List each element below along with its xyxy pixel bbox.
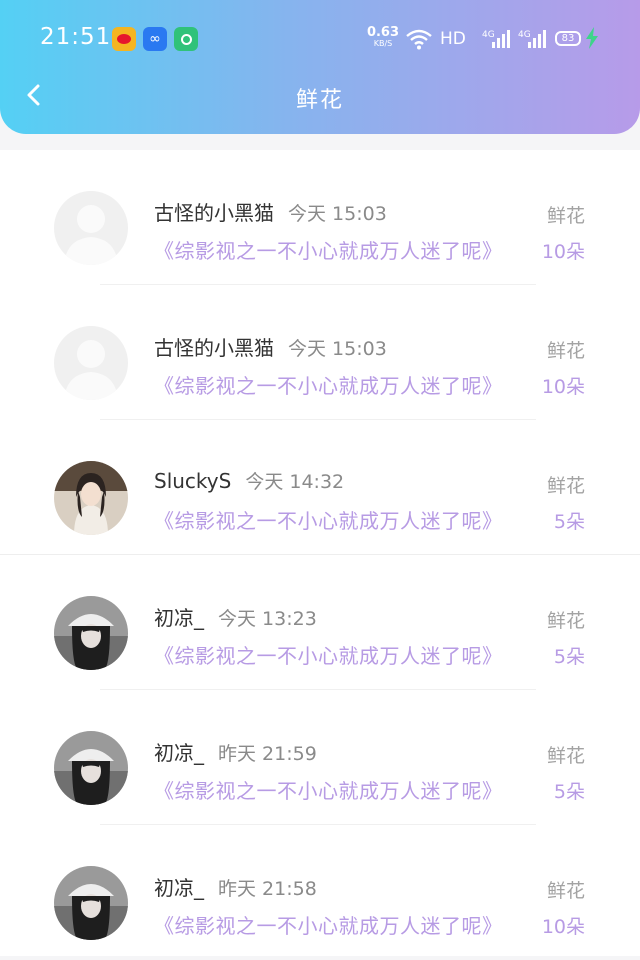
send-time: 昨天 21:59 [218, 743, 317, 765]
signal-icon-2: 4G [518, 30, 546, 48]
sender-name-text: 初凉_ [154, 876, 204, 900]
gift-count: 5朵 [553, 781, 585, 803]
book-title-link[interactable]: 《综影视之一不小心就成万人迷了呢》 [154, 640, 503, 669]
default-avatar-icon [64, 340, 118, 400]
battery-icon: 83 [555, 31, 581, 46]
default-avatar-icon [64, 205, 118, 265]
gift-count: 10朵 [541, 916, 585, 938]
list-item[interactable]: 古怪的小黑猫 今天 15:03 《综影视之一不小心就成万人迷了呢》 鲜花 10朵 [0, 285, 640, 420]
avatar[interactable] [54, 866, 128, 940]
weibo-app-icon [112, 27, 136, 51]
sender-name-text: 初凉_ [154, 606, 204, 630]
status-bar: 21:51 ∞ 0.63 KB/S HD 4G 4G 83 [0, 0, 640, 78]
gift-type: 鲜花 [546, 745, 585, 767]
sender-name: SluckyS 今天 14:32 [154, 467, 344, 494]
book-title-link[interactable]: 《综影视之一不小心就成万人迷了呢》 [154, 235, 503, 264]
chat-app-icon [174, 27, 198, 51]
signal-label-2: 4G [518, 30, 531, 40]
avatar[interactable] [54, 596, 128, 670]
book-title-link[interactable]: 《综影视之一不小心就成万人迷了呢》 [154, 370, 503, 399]
gift-type: 鲜花 [546, 340, 585, 362]
list-item[interactable]: 古怪的小黑猫 今天 15:03 《综影视之一不小心就成万人迷了呢》 鲜花 10朵 [0, 150, 640, 285]
list-item[interactable]: 初凉_ 今天 13:23 《综影视之一不小心就成万人迷了呢》 鲜花 5朵 [0, 555, 640, 690]
charging-bolt-icon [586, 27, 598, 49]
avatar[interactable] [54, 326, 128, 400]
book-title-link[interactable]: 《综影视之一不小心就成万人迷了呢》 [154, 910, 503, 939]
sender-name: 古怪的小黑猫 今天 15:03 [154, 332, 387, 361]
gift-count: 5朵 [553, 511, 585, 533]
page-title: 鲜花 [295, 88, 344, 113]
send-time: 今天 13:23 [218, 608, 317, 630]
sender-name-text: SluckyS [154, 469, 232, 493]
user-photo-icon [54, 866, 128, 940]
avatar[interactable] [54, 191, 128, 265]
signal-label: 4G [482, 30, 495, 40]
header-bar: 21:51 ∞ 0.63 KB/S HD 4G 4G 83 鲜花 [0, 0, 640, 134]
avatar[interactable] [54, 461, 128, 535]
user-photo-icon [54, 731, 128, 805]
sender-name: 初凉_ 昨天 21:58 [154, 872, 317, 901]
sender-name: 初凉_ 昨天 21:59 [154, 737, 317, 766]
wifi-icon [406, 29, 432, 50]
flower-record-list: 古怪的小黑猫 今天 15:03 《综影视之一不小心就成万人迷了呢》 鲜花 10朵 … [0, 150, 640, 956]
book-title-link[interactable]: 《综影视之一不小心就成万人迷了呢》 [154, 775, 503, 804]
gift-type: 鲜花 [546, 610, 585, 632]
net-speed-value: 0.63 [366, 25, 400, 40]
send-time: 今天 15:03 [288, 338, 387, 360]
user-photo-icon [54, 596, 128, 670]
infinity-app-icon: ∞ [143, 27, 167, 51]
signal-icon: 4G [482, 30, 510, 48]
net-speed-unit: KB/S [373, 39, 393, 48]
gift-type: 鲜花 [546, 475, 585, 497]
gift-count: 10朵 [541, 241, 585, 263]
sender-name-text: 古怪的小黑猫 [154, 201, 274, 225]
list-item[interactable]: 初凉_ 昨天 21:58 《综影视之一不小心就成万人迷了呢》 鲜花 10朵 [0, 825, 640, 960]
sender-name: 古怪的小黑猫 今天 15:03 [154, 197, 387, 226]
sender-name-text: 初凉_ [154, 741, 204, 765]
hd-label: HD [440, 29, 466, 49]
list-item[interactable]: 初凉_ 昨天 21:59 《综影视之一不小心就成万人迷了呢》 鲜花 5朵 [0, 690, 640, 825]
book-title-link[interactable]: 《综影视之一不小心就成万人迷了呢》 [154, 505, 503, 534]
list-item[interactable]: SluckyS 今天 14:32 《综影视之一不小心就成万人迷了呢》 鲜花 5朵 [0, 420, 640, 555]
user-photo-icon [54, 461, 128, 535]
avatar[interactable] [54, 731, 128, 805]
gift-type: 鲜花 [546, 880, 585, 902]
status-time: 21:51 [40, 24, 112, 50]
gift-count: 5朵 [553, 646, 585, 668]
send-time: 今天 15:03 [288, 203, 387, 225]
net-speed: 0.63 KB/S [365, 26, 401, 48]
gift-count: 10朵 [541, 376, 585, 398]
gift-type: 鲜花 [546, 205, 585, 227]
send-time: 今天 14:32 [245, 471, 345, 493]
sender-name: 初凉_ 今天 13:23 [154, 602, 317, 631]
sender-name-text: 古怪的小黑猫 [154, 336, 274, 360]
send-time: 昨天 21:58 [218, 878, 317, 900]
